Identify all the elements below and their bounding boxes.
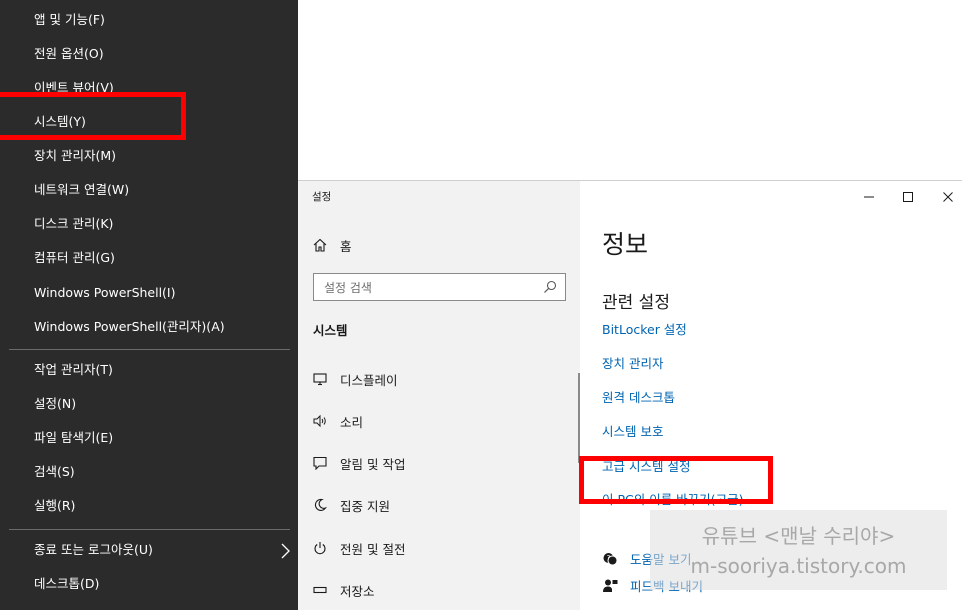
- svg-text:?: ?: [607, 554, 611, 562]
- notification-icon: [312, 455, 328, 471]
- power-icon: [312, 540, 328, 556]
- help-chat-icon: ?: [603, 552, 618, 565]
- settings-nav-pane: 설정 홈 설정 검색 시스템 디스플레이 소리 알림 및 작업 집중 지원 전원…: [298, 181, 580, 610]
- display-icon: [312, 371, 328, 387]
- link-bitlocker-settings[interactable]: BitLocker 설정: [602, 319, 687, 338]
- highlight-box-system: [0, 92, 186, 140]
- nav-item-label: 집중 지원: [340, 498, 390, 514]
- nav-item-power-sleep[interactable]: 전원 및 절전: [312, 536, 405, 560]
- search-placeholder: 설정 검색: [324, 281, 372, 295]
- menu-item-apps-features[interactable]: 앱 및 기능(F): [34, 7, 105, 33]
- menu-item-disk-management[interactable]: 디스크 관리(K): [34, 211, 113, 237]
- menu-item-power-options[interactable]: 전원 옵션(O): [34, 41, 104, 67]
- nav-item-sound[interactable]: 소리: [312, 409, 363, 433]
- minimize-icon: [864, 196, 874, 198]
- nav-item-display[interactable]: 디스플레이: [312, 367, 398, 391]
- storage-icon: [312, 582, 328, 598]
- watermark: 유튜브 <맨날 수리야> m-sooriya.tistory.com: [650, 510, 947, 590]
- watermark-url: m-sooriya.tistory.com: [690, 554, 907, 578]
- feedback-icon: [603, 579, 618, 592]
- close-icon: [943, 192, 953, 202]
- menu-item-powershell[interactable]: Windows PowerShell(I): [34, 280, 176, 306]
- menu-item-powershell-admin[interactable]: Windows PowerShell(관리자)(A): [34, 314, 225, 340]
- window-title: 설정: [312, 191, 332, 203]
- menu-separator: [9, 529, 290, 530]
- search-icon: [544, 280, 557, 293]
- menu-item-device-manager[interactable]: 장치 관리자(M): [34, 143, 116, 169]
- chevron-right-icon: [281, 543, 290, 559]
- menu-item-desktop[interactable]: 데스크톱(D): [34, 571, 99, 597]
- nav-home[interactable]: 홈: [312, 233, 352, 257]
- menu-item-task-manager[interactable]: 작업 관리자(T): [34, 357, 113, 383]
- menu-separator: [9, 349, 290, 350]
- maximize-icon: [903, 192, 913, 202]
- nav-item-label: 저장소: [340, 583, 375, 599]
- link-remote-desktop[interactable]: 원격 데스크톱: [602, 387, 675, 406]
- close-button[interactable]: [938, 187, 958, 207]
- menu-item-run[interactable]: 실행(R): [34, 493, 75, 519]
- menu-item-file-explorer[interactable]: 파일 탐색기(E): [34, 425, 113, 451]
- link-system-protection[interactable]: 시스템 보호: [602, 421, 663, 440]
- watermark-channel: 유튜브 <맨날 수리야>: [701, 524, 896, 548]
- highlight-box-advanced-settings: [579, 456, 773, 504]
- menu-item-network-connections[interactable]: 네트워크 연결(W): [34, 177, 129, 203]
- link-device-manager[interactable]: 장치 관리자: [602, 353, 663, 372]
- nav-item-label: 디스플레이: [340, 372, 398, 388]
- settings-search-input[interactable]: 설정 검색: [313, 273, 566, 301]
- nav-section-title: 시스템: [313, 323, 348, 338]
- nav-item-label: 소리: [340, 414, 364, 430]
- nav-item-label: 알림 및 작업: [340, 456, 406, 472]
- menu-item-shutdown-signout[interactable]: 종료 또는 로그아웃(U): [34, 537, 153, 563]
- speaker-icon: [312, 413, 328, 429]
- nav-item-focus-assist[interactable]: 집중 지원: [312, 493, 390, 517]
- minimize-button[interactable]: [859, 187, 879, 207]
- moon-icon: [312, 497, 328, 513]
- menu-item-settings[interactable]: 설정(N): [34, 391, 76, 417]
- nav-item-label: 전원 및 절전: [340, 541, 406, 557]
- page-title: 정보: [602, 230, 649, 259]
- nav-scrollbar[interactable]: [578, 373, 580, 463]
- menu-item-computer-management[interactable]: 컴퓨터 관리(G): [34, 245, 115, 271]
- nav-home-label: 홈: [340, 238, 352, 254]
- home-icon: [312, 237, 328, 253]
- nav-item-notifications[interactable]: 알림 및 작업: [312, 451, 405, 475]
- related-settings-title: 관련 설정: [602, 293, 670, 313]
- nav-item-storage[interactable]: 저장소: [312, 578, 375, 602]
- menu-item-search[interactable]: 검색(S): [34, 459, 75, 485]
- maximize-button[interactable]: [898, 187, 918, 207]
